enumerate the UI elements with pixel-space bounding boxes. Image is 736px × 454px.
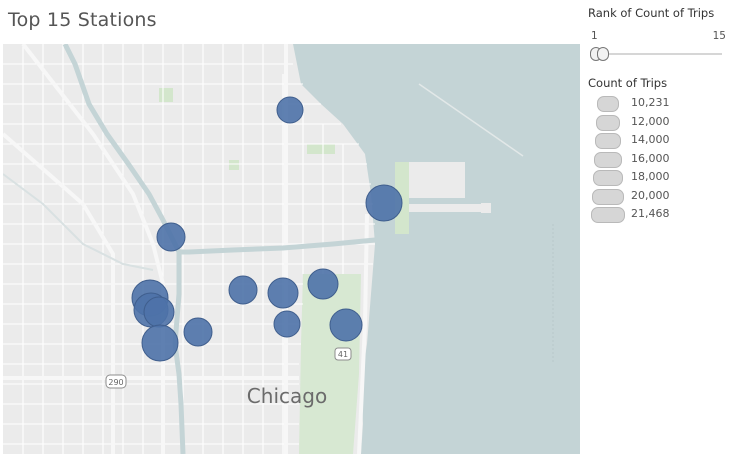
size-legend-label: 21,468 xyxy=(631,207,670,220)
size-swatch xyxy=(594,151,622,168)
station-marker[interactable] xyxy=(183,317,213,347)
size-legend-label: 12,000 xyxy=(631,114,670,128)
rank-filter-title: Rank of Count of Trips xyxy=(588,6,715,20)
size-legend-list: 10,231 12,000 14,000 16,000 18,000 20,00… xyxy=(588,94,732,224)
size-legend-label: 16,000 xyxy=(631,151,670,165)
station-marker[interactable] xyxy=(267,277,299,309)
size-swatch xyxy=(596,114,620,131)
size-legend-title: Count of Trips xyxy=(588,76,668,90)
size-legend-item: 14,000 xyxy=(588,131,732,150)
station-marker[interactable] xyxy=(329,308,363,342)
navy-pier-end xyxy=(481,203,491,213)
station-marker[interactable] xyxy=(307,268,339,300)
map-view[interactable]: Chicago 290 41 xyxy=(3,44,580,454)
station-marker[interactable] xyxy=(276,96,304,124)
size-swatch xyxy=(595,133,621,149)
size-legend-item: 20,000 xyxy=(588,187,732,206)
legend-panel: Rank of Count of Trips 1 15 Count of Tri… xyxy=(588,6,732,224)
size-swatch xyxy=(597,96,619,112)
highway-shield-290-label: 290 xyxy=(108,378,123,387)
park-small xyxy=(159,88,173,102)
size-legend-label: 18,000 xyxy=(631,170,670,183)
size-legend-label: 14,000 xyxy=(631,133,670,146)
highway-shield-41-label: 41 xyxy=(338,350,348,359)
sheet-title: Top 15 Stations xyxy=(8,9,157,31)
highway-shield-41: 41 xyxy=(334,347,352,361)
rank-slider-track[interactable] xyxy=(592,53,722,55)
size-legend-label: 20,000 xyxy=(631,188,670,202)
size-swatch xyxy=(591,207,625,223)
rank-slider-max-handle[interactable] xyxy=(597,47,609,61)
rank-range-slider[interactable] xyxy=(588,46,732,62)
station-marker[interactable] xyxy=(273,310,301,338)
station-marker[interactable] xyxy=(365,184,403,222)
highway-shield-290: 290 xyxy=(105,374,127,389)
size-swatch xyxy=(592,188,624,205)
map-canvas[interactable]: Chicago 290 41 xyxy=(3,44,580,454)
size-legend-item: 16,000 xyxy=(588,150,732,169)
grant-park xyxy=(299,274,361,454)
park-small-2 xyxy=(229,160,239,170)
navy-pier xyxy=(399,204,487,212)
park-north xyxy=(307,144,335,154)
size-swatch xyxy=(593,170,623,186)
size-legend-label: 10,231 xyxy=(631,96,670,109)
size-legend-item: 12,000 xyxy=(588,113,732,132)
station-marker[interactable] xyxy=(228,275,258,305)
rank-slider-labels: 1 15 xyxy=(588,30,732,44)
rank-min-label: 1 xyxy=(591,30,598,42)
city-label: Chicago xyxy=(247,384,327,408)
station-marker[interactable] xyxy=(141,324,179,362)
size-legend-item: 21,468 xyxy=(588,205,732,224)
size-legend-item: 18,000 xyxy=(588,168,732,187)
station-marker[interactable] xyxy=(156,222,186,252)
rank-max-label: 15 xyxy=(712,30,726,42)
station-marker[interactable] xyxy=(143,296,175,328)
size-legend-item: 10,231 xyxy=(588,94,732,113)
